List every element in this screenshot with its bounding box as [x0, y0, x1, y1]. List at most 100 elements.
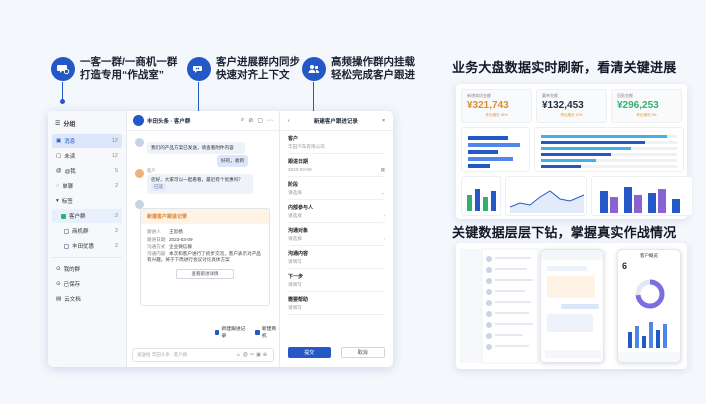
group-icon — [61, 213, 66, 219]
feature-line: 高频操作群内挂载 — [331, 56, 415, 68]
bookmark-icon: ⊙ — [56, 281, 61, 287]
chat-pane: 丰田头条 · 客户群 ⌕ ⊘ ▢ ⋯ 我们的产品方案已发送，请查看附件内容 好的… — [127, 111, 280, 367]
view-followup-button[interactable]: 查看跟进详情 — [176, 268, 234, 279]
dashboard-title: 业务大盘数据实时刷新，看清关键进展 — [452, 60, 677, 75]
mini-bar-chart — [467, 189, 496, 211]
app-window: ☰ 分组 ▣ 消息 12 ▢ 未读 12 @ @我 5 ◌ 单聊 2 ▾ 标签 客户群 2 商机群 2 … — [48, 111, 393, 367]
more-icon[interactable]: ⋯ — [267, 117, 273, 124]
phone-chat-screen — [541, 250, 603, 358]
sidebar-item-saved[interactable]: ⊙ 已保存 — [52, 277, 122, 291]
card-header: 新建客户跟进记录 — [141, 209, 269, 224]
phone-charts — [618, 279, 680, 362]
card-label: 跟进日期 — [147, 236, 166, 242]
feature-line: 客户进展群内同步 — [216, 56, 300, 68]
form-field-participants[interactable]: 内部参与人 请选择 › — [288, 204, 385, 223]
submit-button[interactable]: 提交 — [288, 347, 331, 358]
menu-icon: ☰ — [55, 121, 61, 127]
sidebar-item-my-groups[interactable]: ⊙ 我的群 — [52, 262, 122, 276]
sidebar-item-messages[interactable]: ▣ 消息 12 — [52, 134, 122, 148]
kpi-card[interactable]: 新增商机金额 ¥321,743 环比增长 18% — [461, 89, 532, 123]
form-title: 新建客户跟进记录 — [313, 118, 358, 125]
form-field-contacts[interactable]: 沟通对象 请选择 › — [288, 227, 385, 246]
followup-form: ‹ 新建客户跟进记录 × 客户 丰田汽车有限公司 跟进日期 2023-03-09 ▦ … — [280, 111, 393, 367]
new-opportunity-button[interactable]: 新建商机 — [255, 325, 279, 339]
link-icon[interactable]: ⊘ — [248, 117, 253, 124]
user-icon: ◌ — [56, 183, 60, 189]
sidebar-item-mentions[interactable]: @ @我 5 — [52, 164, 122, 178]
chat-message: 您好，大家可以一起看看，最近有个优惠吗？ 已读 — [147, 174, 253, 194]
form-header: ‹ 新建客户跟进记录 × — [280, 111, 393, 131]
chat-message: 好的，收到 — [217, 155, 248, 167]
close-icon[interactable]: × — [382, 118, 385, 124]
sidebar-item-direct[interactable]: ◌ 单聊 2 — [52, 179, 122, 193]
input-toolbar-icons[interactable]: ☺@✂▣⊕ — [236, 352, 269, 358]
kpi-value: ¥132,453 — [542, 100, 584, 111]
cancel-button[interactable]: 取消 — [340, 347, 385, 358]
card-label: 沟通方式 — [147, 244, 166, 249]
feature-line: 打造专用“作战室” — [80, 69, 164, 81]
message-input[interactable]: 发送给 丰田头条 · 客户群 ☺@✂▣⊕ — [132, 348, 274, 362]
feature-one-customer-one-group: 一客一群/一商机一群 打造专用“作战室” — [51, 56, 177, 82]
card-label: 跟进人 — [147, 229, 161, 234]
feature-line: 快速对齐上下文 — [216, 69, 290, 81]
form-field-stage[interactable]: 阶段 请选择 ⌄ — [288, 181, 385, 200]
phone-header: 客户概览 — [640, 253, 658, 258]
kpi-card[interactable]: 赢单金额 ¥132,453 环比增长 12% — [536, 89, 607, 123]
quick-actions: 新建跟进记录 新建商机 — [215, 325, 279, 339]
card-value: 王思杨 — [169, 229, 183, 234]
message-icon: ▣ — [56, 138, 62, 144]
sidebar-item-customer-groups[interactable]: 客户群 2 — [52, 209, 122, 223]
sync-icon — [187, 57, 211, 81]
card-value: 2023-03-09 — [169, 236, 193, 242]
chevron-right-icon: › — [383, 213, 385, 218]
kpi-value: ¥296,253 — [617, 100, 659, 111]
chat-header: 丰田头条 · 客户群 ⌕ ⊘ ▢ ⋯ — [127, 111, 279, 131]
sidebar-item-toyota-deals[interactable]: 丰田优惠 2 — [52, 239, 122, 253]
checkbox-icon — [255, 329, 260, 335]
sidebar-item-opportunity-groups[interactable]: 商机群 2 — [52, 224, 122, 238]
chevron-down-icon: ▾ — [56, 198, 59, 204]
checkbox-icon — [64, 228, 69, 234]
form-field-customer[interactable]: 客户 丰田汽车有限公司 — [288, 135, 385, 154]
checkbox-icon — [215, 329, 220, 335]
form-field-help[interactable]: 需要帮助 请填写 — [288, 296, 385, 315]
feature-line: 轻松完成客户跟进 — [331, 69, 415, 81]
document-icon: ▤ — [56, 296, 62, 302]
avatar — [135, 138, 144, 147]
kpi-card[interactable]: 回款金额 ¥296,253 环比增长 9% — [611, 89, 682, 123]
followup-card[interactable]: 新建客户跟进记录 跟进人 王思杨 跟进日期 2023-03-09 沟通方式 企业微信群… — [140, 208, 270, 306]
sidebar: ☰ 分组 ▣ 消息 12 ▢ 未读 12 @ @我 5 ◌ 单聊 2 ▾ 标签 客户群 2 商机群 2 … — [48, 111, 127, 367]
connector-line — [62, 82, 63, 100]
form-field-content[interactable]: 沟通内容 请填写 — [288, 250, 385, 269]
feature-line: 一客一群/一商机一群 — [80, 56, 178, 68]
chat-message: 我们的产品方案已发送，请查看附件内容 — [147, 142, 245, 154]
card-value: 企业微信群 — [169, 244, 192, 249]
phone-chat-view — [540, 249, 604, 363]
calendar-icon: ▦ — [380, 167, 385, 172]
column-chart-panel — [591, 176, 693, 216]
feature-high-frequency-actions: 高频操作群内挂载 轻松完成客户跟进 — [302, 56, 415, 82]
mini-bar-panel — [461, 176, 501, 216]
avatar — [133, 115, 144, 126]
chat-group-icon — [51, 57, 75, 81]
sidebar-item-cloud-docs[interactable]: ▤ 云文档 — [52, 292, 122, 306]
progress-chart-panel — [534, 127, 684, 172]
window-icon[interactable]: ▢ — [257, 117, 263, 124]
column-chart — [600, 187, 680, 213]
chevron-down-icon: ⌄ — [381, 190, 385, 195]
sidebar-header: ☰ 分组 — [55, 121, 76, 128]
form-field-next-step[interactable]: 下一步 请填写 — [288, 273, 385, 292]
at-icon: @ — [56, 168, 62, 174]
chat-title: 丰田头条 · 客户群 — [147, 118, 191, 125]
search-icon[interactable]: ⌕ — [241, 117, 244, 124]
sidebar-item-unread[interactable]: ▢ 未读 12 — [52, 149, 122, 163]
new-followup-button[interactable]: 新建跟进记录 — [215, 325, 247, 339]
drill-title: 关键数据层层下钻，掌握真实作战情况 — [452, 225, 677, 240]
bar-chart-panel — [461, 127, 530, 172]
checkbox-icon — [64, 243, 69, 249]
chat-toolbar: ⌕ ⊘ ▢ ⋯ — [241, 117, 273, 124]
kpi-value: ¥321,743 — [467, 100, 509, 111]
form-field-date[interactable]: 跟进日期 2023-03-09 ▦ — [288, 158, 385, 177]
sidebar-item-tags[interactable]: ▾ 标签 — [52, 194, 122, 208]
read-tag: 已读 — [151, 183, 166, 191]
